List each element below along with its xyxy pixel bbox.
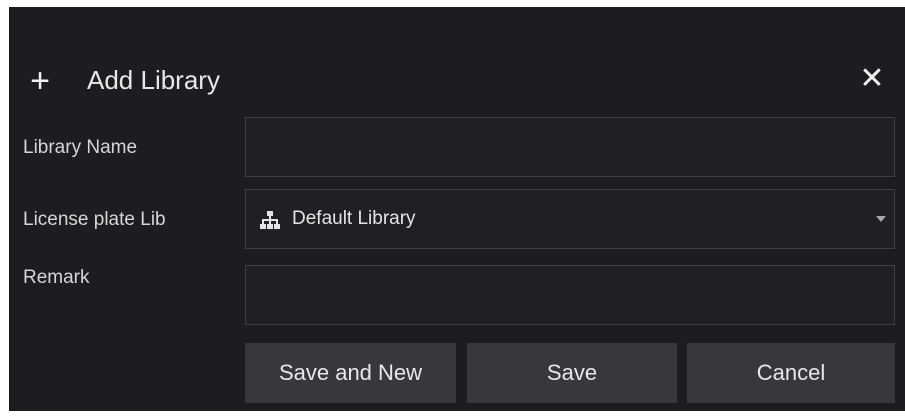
remark-input[interactable] [245, 265, 895, 325]
license-plate-lib-select[interactable]: Default Library [245, 189, 895, 249]
license-plate-lib-value: Default Library [292, 208, 416, 229]
dialog-title: Add Library [87, 65, 220, 95]
save-button[interactable]: Save [467, 343, 677, 403]
library-name-label: Library Name [23, 137, 138, 158]
plus-icon: + [30, 62, 50, 100]
chevron-down-icon[interactable] [876, 216, 886, 222]
save-and-new-button[interactable]: Save and New [245, 343, 456, 403]
tree-icon [260, 210, 280, 230]
add-library-dialog: + Add Library ✕ Library Name License pla… [9, 7, 905, 411]
remark-label: Remark [23, 267, 90, 288]
cancel-button[interactable]: Cancel [687, 343, 895, 403]
library-name-input[interactable] [245, 117, 895, 177]
dialog-header: + Add Library ✕ [9, 51, 905, 111]
close-icon[interactable]: ✕ [857, 63, 887, 95]
license-plate-lib-label: License plate Lib [23, 209, 166, 230]
